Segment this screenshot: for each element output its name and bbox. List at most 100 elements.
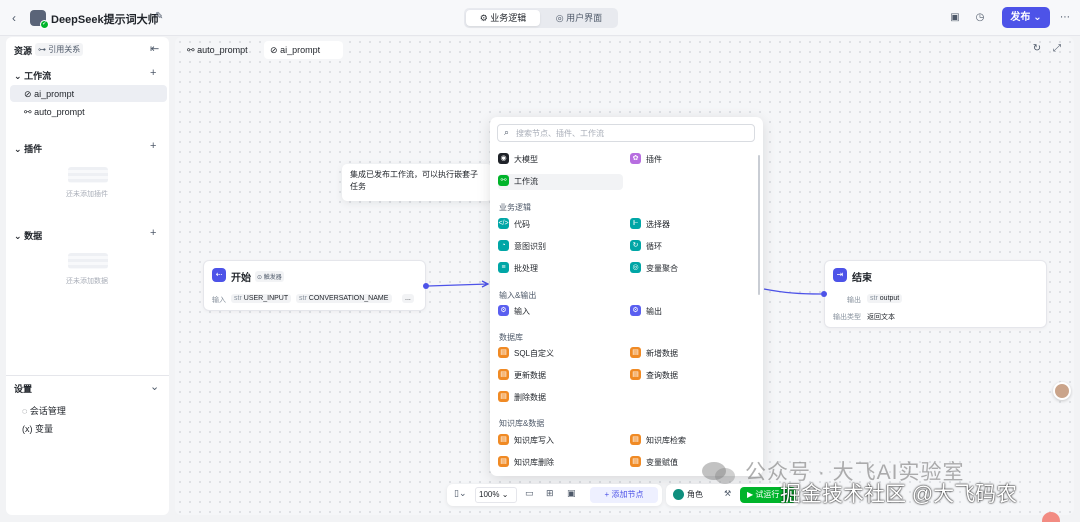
comment-icon[interactable]: ▭ [525,488,534,499]
picker-item-plugin[interactable]: ✿ 插件 [630,152,662,168]
kb-search-icon: ▤ [630,434,641,446]
kb-delete-icon: ▤ [498,456,509,468]
picker-item-label: 变量聚合 [646,264,678,273]
connector-start-to-panel [427,283,489,287]
sql-icon: ▤ [498,347,509,359]
code-icon: </> [498,218,509,230]
output-icon: ⚙ [630,305,641,317]
role-avatar-icon [673,489,684,500]
kb-write-icon: ▤ [498,434,509,446]
input-label: 输入 [212,297,226,304]
output-type-label: 输出类型 [833,314,861,321]
workflow-icon: ⚯ [498,175,509,187]
input-icon: ⚙ [498,305,509,317]
watermark-text-2: 掘金技术社区 @大飞码农 [780,483,1018,506]
picker-item-kb-write[interactable]: ▤ 知识库写入 [498,433,554,449]
llm-icon: ◉ [498,153,509,165]
input-tag-user-input: str USER_INPUT [231,294,292,303]
add-node-button[interactable]: + 添加节点 [590,487,658,503]
aggregate-icon: ◎ [630,262,641,274]
trigger-badge: ⊙ 触发器 [255,271,284,282]
end-node-title: 结束 [852,273,872,284]
add-node-label: 添加节点 [611,490,644,499]
output-tag: str output [867,294,903,303]
canvas-toolbar: ▯⌄ 100% ⌄ ▭ ⊞ ▣ + 添加节点 [447,484,662,506]
node-picker-panel: ⌕ ◉ 大模型 ✿ 插件 ⚯ 工作流 业务逻辑 </> 代码 ⊩ 选择器 ◔ 意图识别 ↻ 循… [490,117,763,476]
end-input-port[interactable] [821,291,827,297]
picker-item-label: 循环 [646,242,662,251]
start-icon: ⇠ [212,268,226,282]
picker-item-workflow[interactable]: ⚯ 工作流 [498,174,623,190]
var-name: output [879,295,900,302]
picker-item-label: 查询数据 [646,371,678,380]
picker-item-label: 删除数据 [514,393,546,402]
var-name: CONVERSATION_NAME [308,295,389,302]
picker-item-label: 大模型 [514,155,538,164]
picker-section-database: 数据库 [499,333,523,342]
picker-item-label: 新增数据 [646,349,678,358]
picker-scrollbar[interactable] [758,155,760,295]
picker-item-add-data[interactable]: ▤ 新增数据 [630,346,678,362]
picker-item-assign[interactable]: ▤ 变量赋值 [630,455,678,471]
role-button[interactable]: 角色 [687,489,703,500]
output-label: 输出 [847,297,861,304]
picker-item-label: 选择器 [646,220,670,229]
picker-item-label: 插件 [646,155,662,164]
assign-icon: ▤ [630,456,641,468]
play-icon: ▶ [747,490,754,499]
delete-data-icon: ▤ [498,391,509,403]
node-search-input[interactable] [516,126,746,140]
picker-item-label: 意图识别 [514,242,546,251]
mouse-mode-icon[interactable]: ▯⌄ [454,488,467,499]
type-label: str [299,295,307,302]
picker-item-kb-delete[interactable]: ▤ 知识库删除 [498,455,554,471]
picker-item-label: 输入 [514,307,530,316]
selector-icon: ⊩ [630,218,641,230]
assistant-avatar[interactable] [1053,382,1071,400]
picker-item-loop[interactable]: ↻ 循环 [630,239,662,255]
end-icon: ⇥ [833,268,847,282]
layout-icon[interactable]: ⊞ [546,488,554,499]
node-search-box[interactable]: ⌕ [497,124,755,142]
query-data-icon: ▤ [630,369,641,381]
test-run-label: 试运行 [755,490,780,499]
picker-item-output[interactable]: ⚙ 输出 [630,304,662,320]
picker-item-batch[interactable]: ≡ 批处理 [498,261,538,277]
var-name: USER_INPUT [243,295,289,302]
picker-item-selector[interactable]: ⊩ 选择器 [630,217,670,233]
intent-icon: ◔ [498,240,509,252]
picker-section-logic: 业务逻辑 [499,203,531,212]
add-data-icon: ▤ [630,347,641,359]
zoom-select[interactable]: 100% ⌄ [475,487,517,503]
picker-item-label: SQL自定义 [514,349,555,358]
picker-item-label: 批处理 [514,264,538,273]
picker-item-kb-search[interactable]: ▤ 知识库检索 [630,433,686,449]
output-type-value: 返回文本 [867,314,895,321]
wechat-watermark-icon [702,462,735,484]
picker-item-update-data[interactable]: ▤ 更新数据 [498,368,546,384]
plugin-icon: ✿ [630,153,641,165]
picker-item-aggregate[interactable]: ◎ 变量聚合 [630,261,678,277]
picker-item-delete-data[interactable]: ▤ 删除数据 [498,390,546,406]
picker-item-label: 更新数据 [514,371,546,380]
start-node-title: 开始 [231,273,251,284]
picker-item-query-data[interactable]: ▤ 查询数据 [630,368,678,384]
debug-icon[interactable]: ⚒ [724,489,731,498]
connector-to-end [763,288,822,295]
minimap-icon[interactable]: ▣ [567,488,576,499]
start-output-port[interactable] [423,283,429,289]
start-node[interactable]: ⇠ 开始 ⊙ 触发器 输入 str USER_INPUT str CONVERSAT… [203,260,429,311]
picker-item-code[interactable]: </> 代码 [498,217,530,233]
picker-item-sql[interactable]: ▤ SQL自定义 [498,346,554,362]
picker-item-label: 工作流 [514,177,538,186]
end-node[interactable]: ⇥ 结束 输出 str output 输出类型 返回文本 [821,260,1047,328]
picker-item-intent[interactable]: ◔ 意图识别 [498,239,546,255]
more-inputs-tag[interactable]: ... [402,294,414,303]
batch-icon: ≡ [498,262,509,274]
loop-icon: ↻ [630,240,641,252]
picker-section-knowledge: 知识库&数据 [499,419,545,428]
picker-item-input[interactable]: ⚙ 输入 [498,304,530,320]
picker-item-llm[interactable]: ◉ 大模型 [498,152,538,168]
input-tag-conversation-name: str CONVERSATION_NAME [296,294,392,303]
workflow-tooltip: 集成已发布工作流，可以执行嵌套子任务 [342,164,492,201]
